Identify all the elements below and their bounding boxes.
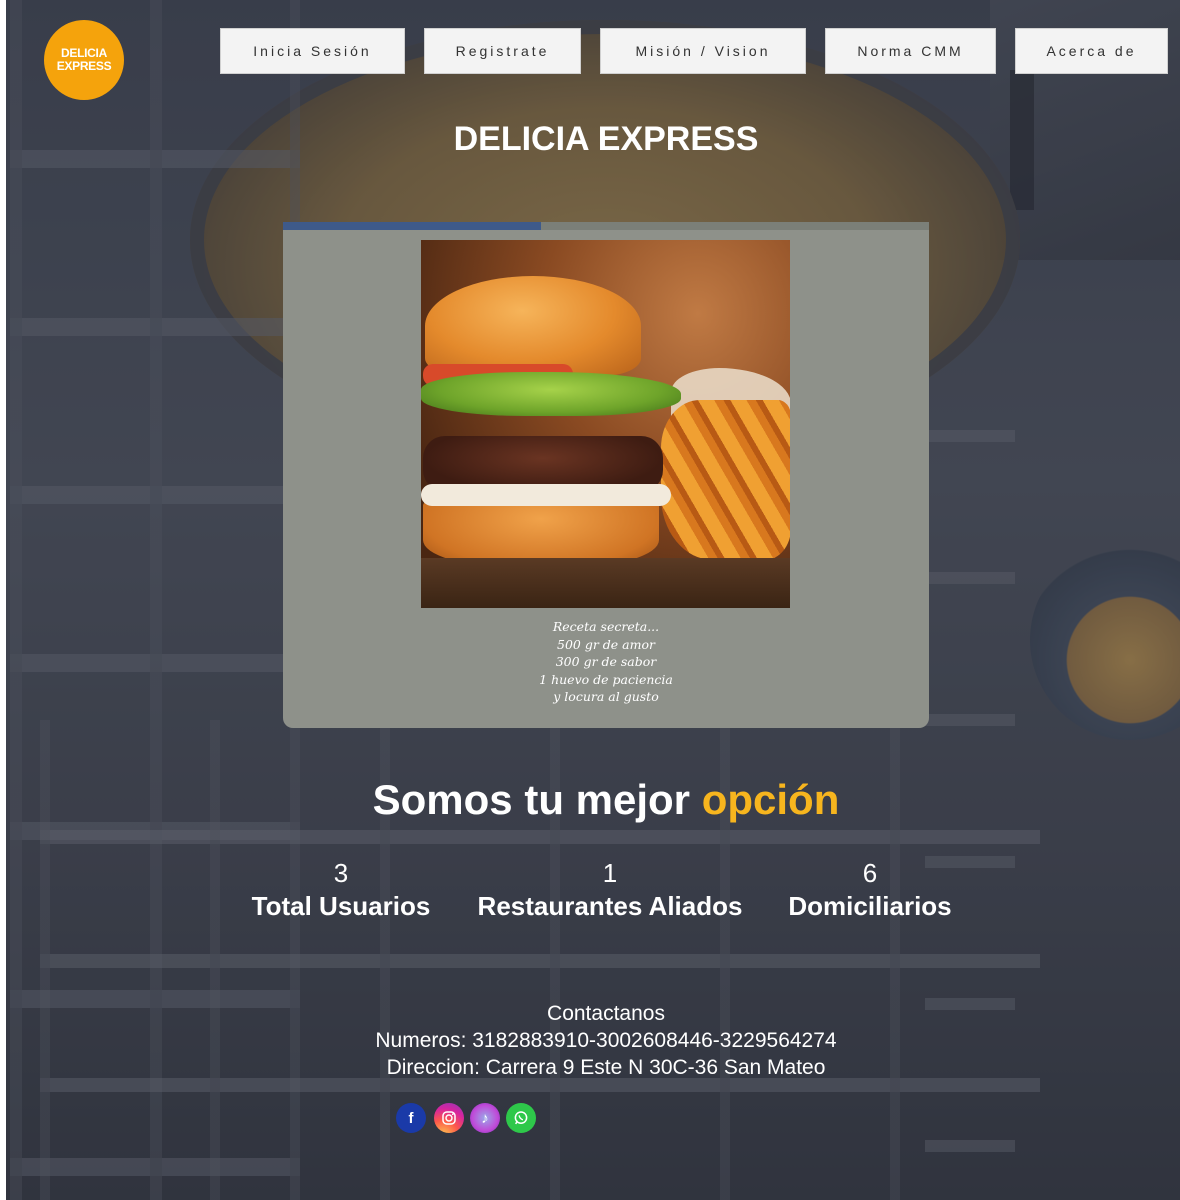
burger-fries xyxy=(661,400,790,560)
stat-label: Domiciliarios xyxy=(788,891,952,921)
stat-value: 6 xyxy=(862,858,878,888)
stat-label: Total Usuarios xyxy=(251,891,431,921)
stat-value: 3 xyxy=(333,858,349,888)
stat-total-users: 3 Total Usuarios xyxy=(241,858,441,924)
carousel-progress xyxy=(283,222,929,230)
instagram-icon[interactable] xyxy=(434,1103,464,1133)
contact-address: Direccion: Carrera 9 Este N 30C-36 San M… xyxy=(386,1056,826,1079)
slogan-accent: opción xyxy=(701,776,840,823)
stat-label: Restaurantes Aliados xyxy=(477,891,743,921)
recipe-line: 1 huevo de paciencia xyxy=(539,671,673,687)
recipe-line: 500 gr de amor xyxy=(557,636,655,652)
whatsapp-glyph xyxy=(514,1111,528,1125)
burger-sauce xyxy=(421,484,671,506)
burger-board xyxy=(421,558,790,608)
burger-lettuce xyxy=(421,372,681,416)
instagram-glyph xyxy=(442,1111,456,1125)
whatsapp-icon[interactable] xyxy=(506,1103,536,1133)
recipe-caption: Receta secreta... 500 gr de amor 300 gr … xyxy=(283,618,929,706)
brand-logo[interactable]: DELICIA EXPRESS xyxy=(44,20,124,100)
logo-line2: EXPRESS xyxy=(56,59,112,73)
page-title: DELICIA EXPRESS xyxy=(453,120,759,158)
stat-restaurants: 1 Restaurantes Aliados xyxy=(460,858,760,924)
contact-phones: Numeros: 3182883910-3002608446-322956427… xyxy=(375,1029,837,1052)
recipe-line: 300 gr de sabor xyxy=(555,654,657,669)
left-edge xyxy=(0,0,6,1200)
stat-value: 1 xyxy=(602,858,618,888)
carousel-card[interactable]: Receta secreta... 500 gr de amor 300 gr … xyxy=(283,222,929,728)
contact-heading: Contactanos xyxy=(547,1002,665,1025)
burger-image xyxy=(421,240,790,608)
carousel-progress-fill xyxy=(283,222,542,230)
slogan-text: Somos tu mejor xyxy=(372,776,702,823)
contact-section: Contactanos Numeros: 3182883910-30026084… xyxy=(16,1000,1180,1081)
nav-norma-cmm-button[interactable]: Norma CMM xyxy=(825,28,996,74)
slogan: Somos tu mejor opción xyxy=(16,776,1180,824)
nav-mission-vision-button[interactable]: Misión / Vision xyxy=(600,28,806,74)
stat-couriers: 6 Domiciliarios xyxy=(770,858,970,924)
nav-register-button[interactable]: Registrate xyxy=(424,28,581,74)
nav-login-button[interactable]: Inicia Sesión xyxy=(220,28,405,74)
burger-bun-top xyxy=(425,276,641,376)
recipe-line: y locura al gusto xyxy=(553,689,659,704)
nav-about-button[interactable]: Acerca de xyxy=(1015,28,1168,74)
facebook-icon[interactable]: f xyxy=(396,1103,426,1133)
tiktok-icon[interactable]: ♪ xyxy=(470,1103,500,1133)
recipe-line: Receta secreta... xyxy=(552,619,660,634)
